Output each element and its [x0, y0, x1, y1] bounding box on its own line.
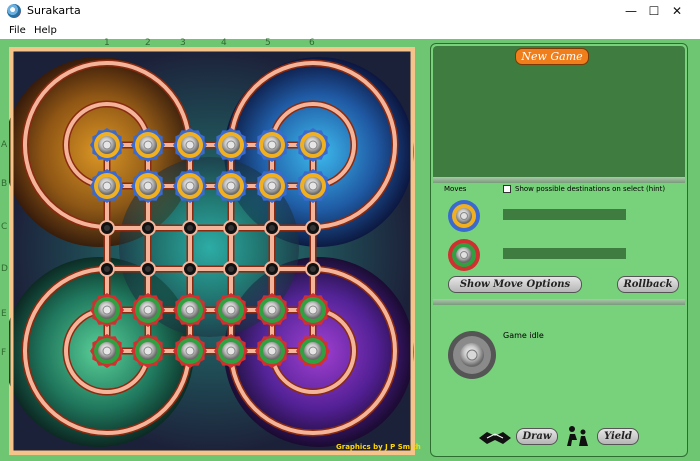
menu-file[interactable]: File: [9, 25, 26, 36]
menu-bar: File Help: [0, 22, 700, 39]
board-node: [223, 261, 239, 277]
board-node: [305, 261, 321, 277]
board-node: [140, 220, 156, 236]
app-icon: [7, 4, 21, 18]
show-move-options-button[interactable]: Show Move Options: [448, 276, 582, 293]
close-button[interactable]: ✕: [654, 0, 700, 22]
row-label: F: [1, 348, 7, 358]
top-player-move-bar: [503, 209, 626, 220]
board-background: [9, 49, 414, 453]
panel-divider: [433, 299, 685, 305]
board-node: [99, 220, 115, 236]
bottom-player-move-bar: [503, 248, 626, 259]
menu-help[interactable]: Help: [34, 25, 57, 36]
board-node: [140, 261, 156, 277]
new-game-button[interactable]: New Game: [515, 48, 589, 65]
row-label: C: [1, 222, 8, 232]
row-label: E: [1, 309, 7, 319]
board-node: [182, 261, 198, 277]
board-node: [223, 220, 239, 236]
rollback-button[interactable]: Rollback: [617, 276, 679, 293]
row-label: B: [1, 179, 8, 189]
board-node: [264, 261, 280, 277]
panel-divider: [433, 177, 685, 183]
panel-header-area: [433, 46, 685, 180]
hint-label: Show possible destinations on select (hi…: [515, 185, 666, 193]
board-node: [305, 220, 321, 236]
yield-button[interactable]: Yield: [597, 428, 639, 445]
moves-label: Moves: [444, 185, 467, 193]
title-bar: Surakarta — ☐ ✕: [0, 0, 700, 22]
board-node: [99, 261, 115, 277]
board-node: [182, 220, 198, 236]
game-board[interactable]: [9, 47, 415, 455]
bottom-player-piece-icon: [448, 239, 480, 271]
window-title: Surakarta: [27, 4, 81, 17]
board-node: [264, 220, 280, 236]
handshake-icon: [479, 432, 511, 444]
game-status-text: Game idle: [503, 331, 544, 340]
row-label: A: [1, 140, 8, 150]
top-player-piece-icon: [448, 200, 480, 232]
hint-checkbox[interactable]: [503, 185, 511, 193]
game-status-piece-icon: [448, 331, 496, 379]
graphics-credit: Graphics by J P Smith: [336, 443, 421, 451]
draw-button[interactable]: Draw: [516, 428, 558, 445]
row-label: D: [1, 264, 8, 274]
surrender-icon: [567, 426, 588, 446]
